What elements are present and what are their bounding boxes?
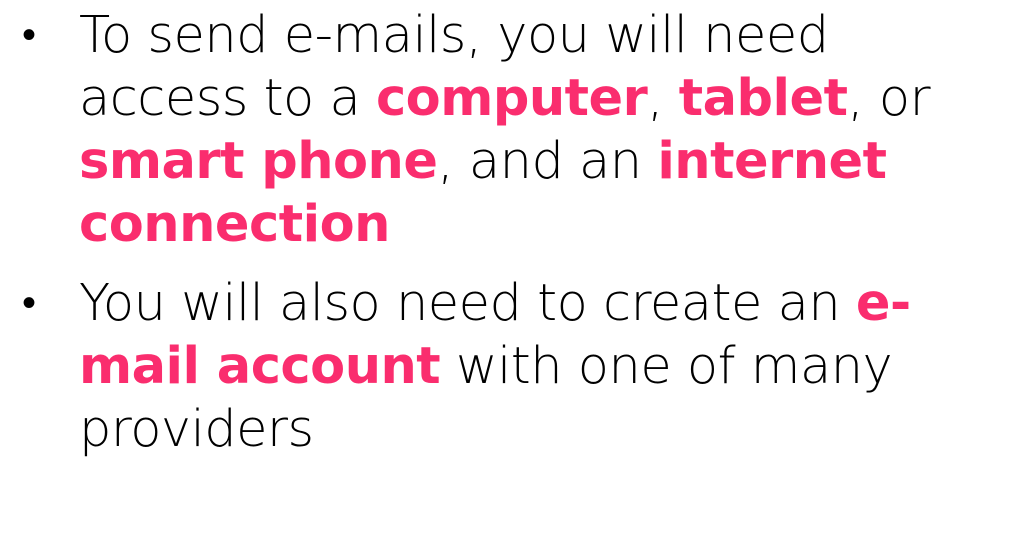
- bullet-text: , or: [847, 69, 931, 128]
- bullet-text: , and an: [437, 132, 658, 191]
- keyword-smart-phone: smart phone: [79, 132, 438, 191]
- bullet-list: • To send e-mails, you will need access t…: [0, 0, 1022, 461]
- bullet-item-device-requirements: • To send e-mails, you will need access t…: [0, 4, 979, 256]
- keyword-computer: computer: [375, 69, 648, 128]
- bullet-marker: •: [22, 280, 36, 326]
- bullet-text: ,: [647, 69, 679, 128]
- bullet-text: You will also need to create an: [79, 274, 856, 333]
- keyword-tablet: tablet: [678, 69, 848, 128]
- bullet-item-account-requirement: • You will also need to create an e-mail …: [0, 272, 979, 461]
- bullet-marker: •: [22, 12, 36, 58]
- slide: • To send e-mails, you will need access t…: [0, 0, 1022, 554]
